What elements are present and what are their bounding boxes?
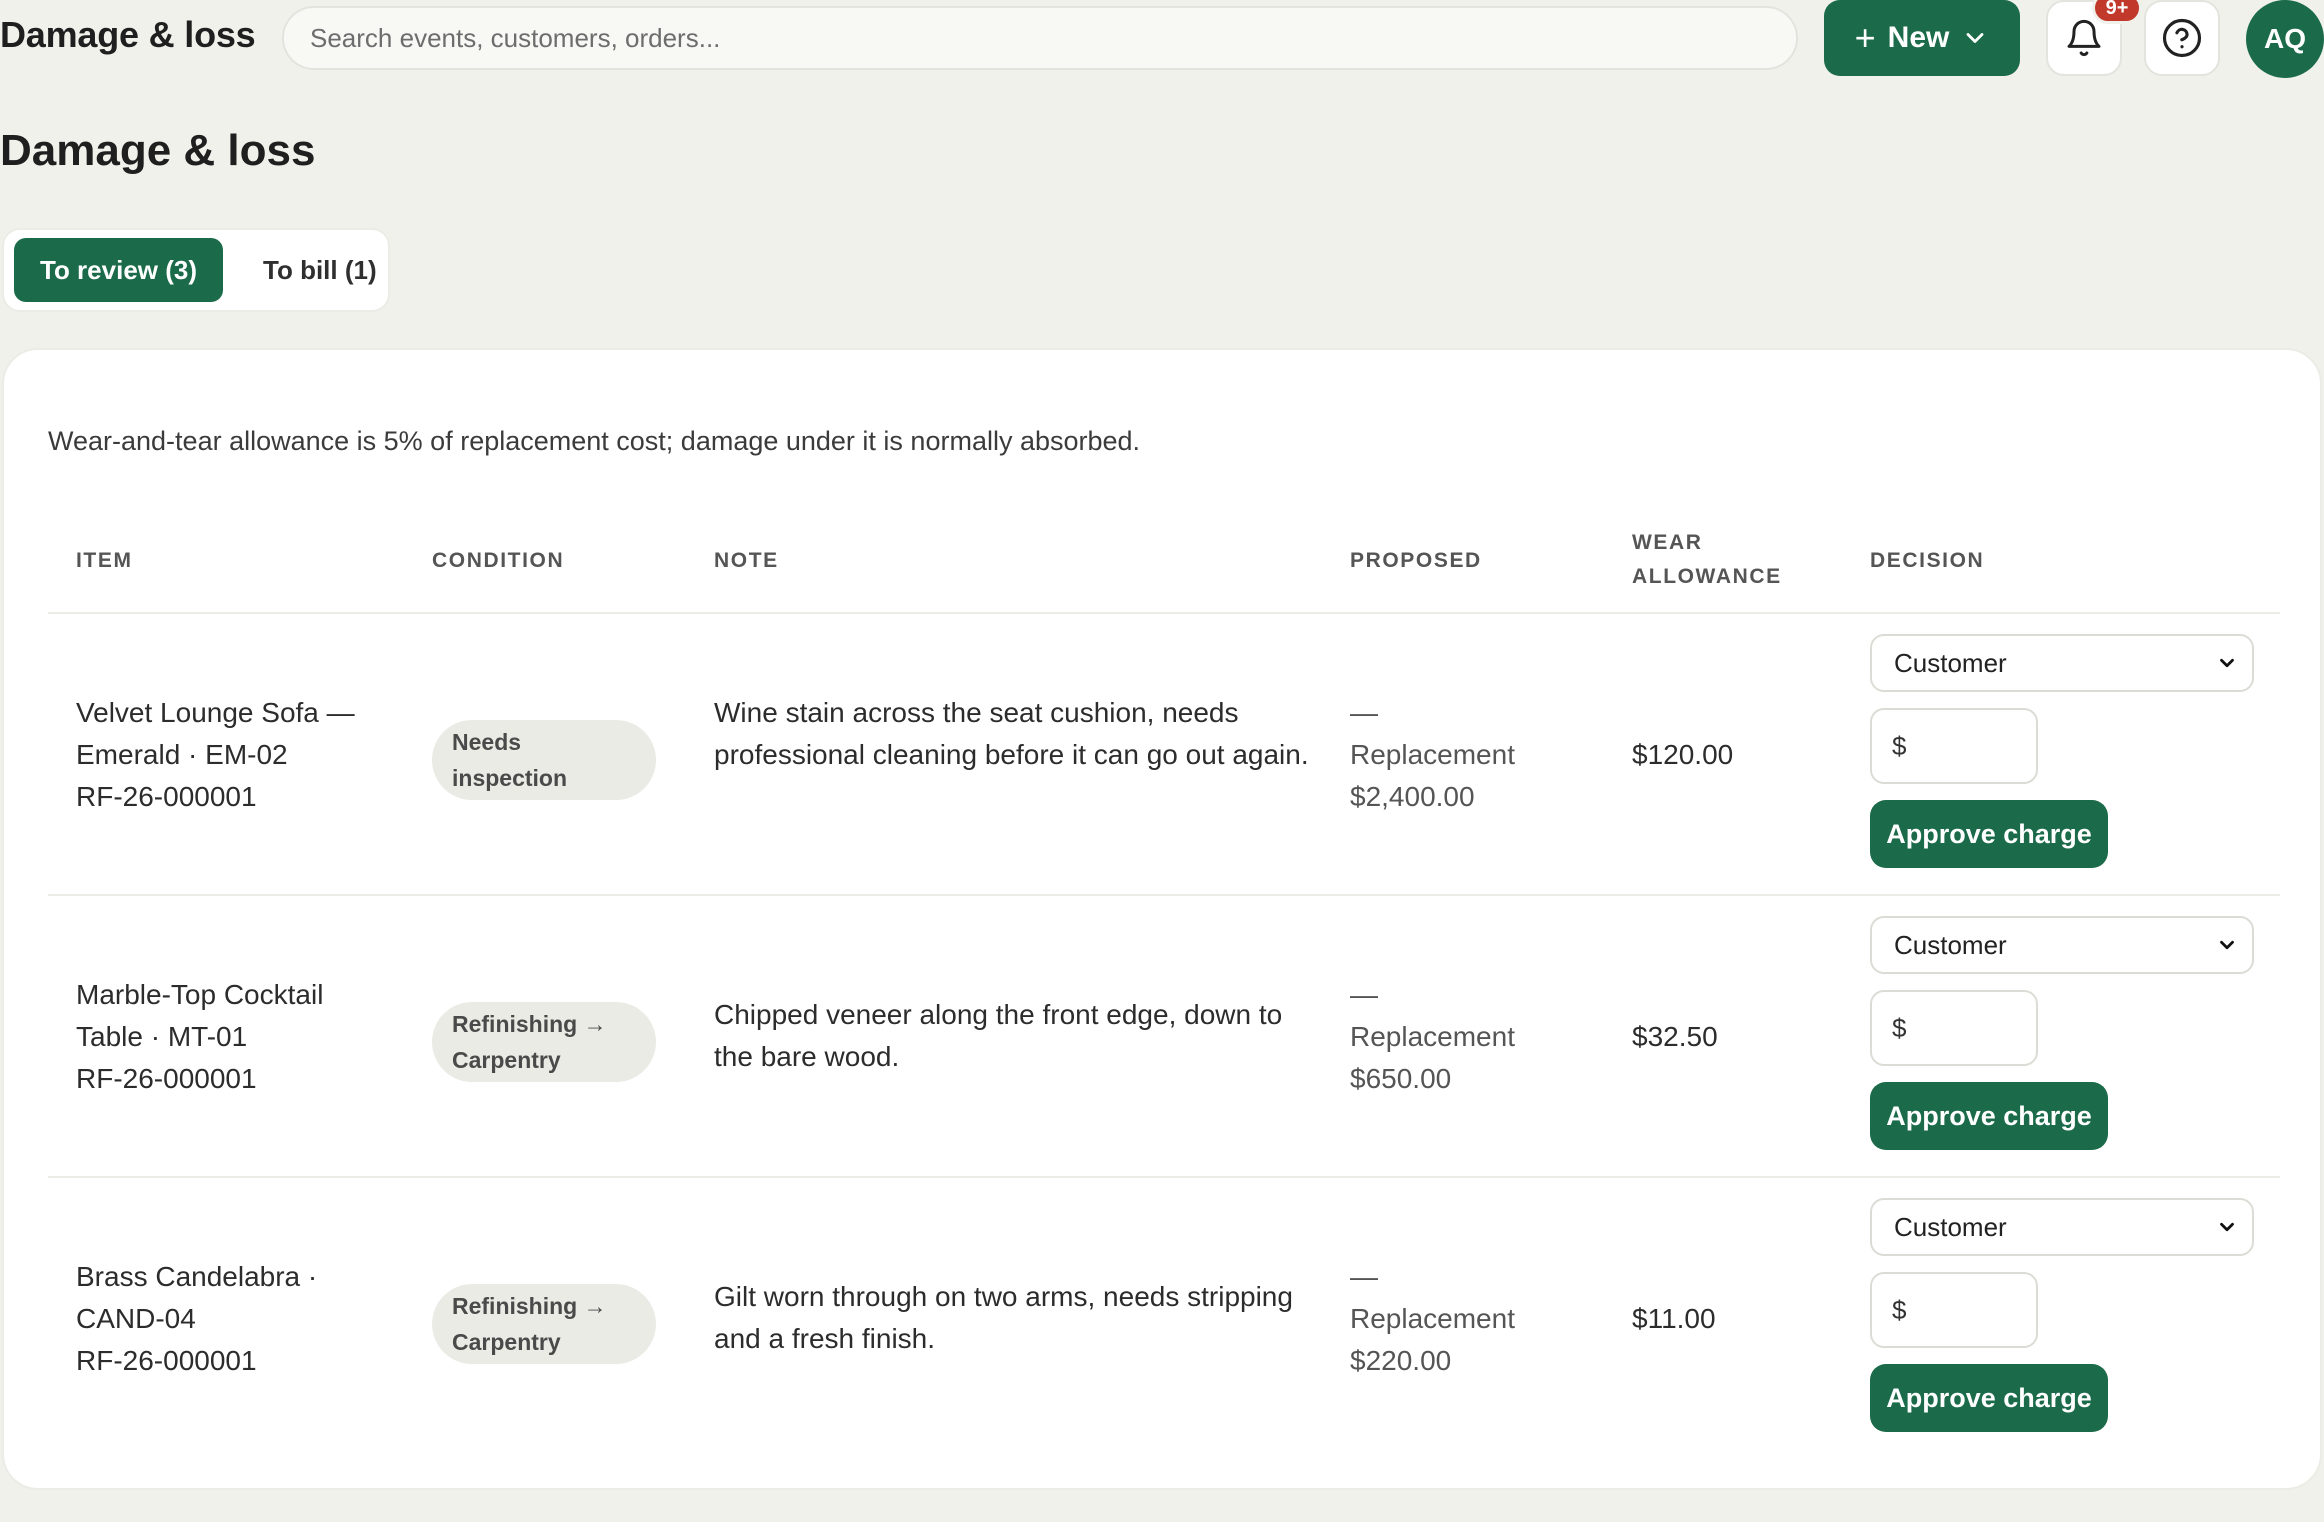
item-cell: Brass Candelabra · CAND-04 RF-26-000001 bbox=[76, 1256, 396, 1382]
proposed-dash: — bbox=[1350, 979, 1378, 1010]
decision-select-value: Customer bbox=[1894, 1211, 2007, 1242]
proposed-cell: — Replacement $220.00 bbox=[1350, 1256, 1570, 1382]
wear-allowance-cell: $120.00 bbox=[1632, 739, 1734, 770]
allowance-note: Wear-and-tear allowance is 5% of replace… bbox=[48, 426, 1141, 456]
column-header-wear: WEAR bbox=[1632, 531, 1703, 554]
notifications-button[interactable]: 9+ bbox=[2046, 0, 2142, 76]
proposed-dash: — bbox=[1350, 1261, 1378, 1292]
decision-select[interactable]: Customer bbox=[1870, 634, 2254, 692]
search-input[interactable] bbox=[310, 22, 1796, 54]
notification-badge: 9+ bbox=[2092, 0, 2142, 24]
chevron-down-icon bbox=[2220, 1222, 2234, 1232]
proposed-value: $220.00 bbox=[1350, 1345, 1452, 1376]
proposed-label: Replacement bbox=[1350, 1303, 1515, 1334]
proposed-cell: — Replacement $650.00 bbox=[1350, 974, 1570, 1100]
item-name-line1: Velvet Lounge Sofa — bbox=[76, 697, 355, 728]
approve-charge-button[interactable]: Approve charge bbox=[1870, 1082, 2108, 1150]
note-cell: Gilt worn through on two arms, needs str… bbox=[714, 1281, 1293, 1354]
item-name-line1: Brass Candelabra · bbox=[76, 1261, 318, 1292]
new-button[interactable]: + New bbox=[1824, 0, 2020, 76]
page-title: Damage & loss bbox=[0, 126, 316, 175]
decision-select-value: Customer bbox=[1894, 647, 2007, 678]
table-row: Brass Candelabra · CAND-04 RF-26-000001 … bbox=[48, 1178, 2280, 1460]
wear-allowance-cell: $11.00 bbox=[1632, 1303, 1716, 1334]
proposed-value: $2,400.00 bbox=[1350, 781, 1475, 812]
bell-icon bbox=[2067, 19, 2101, 57]
proposed-label: Replacement bbox=[1350, 1021, 1515, 1052]
proposed-dash: — bbox=[1350, 697, 1378, 728]
approve-charge-button[interactable]: Approve charge bbox=[1870, 800, 2108, 868]
damage-review-card: Wear-and-tear allowance is 5% of replace… bbox=[2, 348, 2322, 1490]
item-order-id: RF-26-000001 bbox=[76, 1063, 257, 1094]
condition-pill: Needs inspection bbox=[432, 720, 656, 800]
wear-allowance-cell: $32.50 bbox=[1632, 1021, 1718, 1052]
plus-icon: + bbox=[1854, 17, 1876, 58]
column-header-note: NOTE bbox=[714, 549, 779, 572]
approve-charge-button[interactable]: Approve charge bbox=[1870, 1364, 2108, 1432]
condition-pill: Refinishing → Carpentry bbox=[432, 1002, 656, 1082]
decision-select-value: Customer bbox=[1894, 929, 2007, 960]
item-order-id: RF-26-000001 bbox=[76, 781, 257, 812]
proposed-value: $650.00 bbox=[1350, 1063, 1452, 1094]
app-title: Damage & loss bbox=[0, 14, 256, 55]
column-header-decision: DECISION bbox=[1870, 549, 1985, 572]
column-header-item: ITEM bbox=[76, 549, 133, 572]
tab-to-bill[interactable]: To bill (1) bbox=[237, 238, 403, 302]
item-order-id: RF-26-000001 bbox=[76, 1345, 257, 1376]
note-cell: Chipped veneer along the front edge, dow… bbox=[714, 999, 1283, 1072]
table-row: Marble-Top Cocktail Table · MT-01 RF-26-… bbox=[48, 896, 2280, 1178]
charge-amount-input[interactable]: $ bbox=[1870, 990, 2038, 1066]
table-row: Velvet Lounge Sofa — Emerald · EM-02 RF-… bbox=[48, 614, 2280, 896]
chevron-down-icon bbox=[2220, 658, 2234, 668]
decision-cell: Customer $ Approve charge bbox=[1870, 634, 2254, 868]
decision-select[interactable]: Customer bbox=[1870, 1198, 2254, 1256]
item-name-line2: CAND-04 bbox=[76, 1303, 196, 1334]
decision-cell: Customer $ Approve charge bbox=[1870, 916, 2254, 1150]
tab-bar: To review (3) To bill (1) bbox=[2, 228, 390, 312]
charge-amount-input[interactable]: $ bbox=[1870, 708, 2038, 784]
note-cell: Wine stain across the seat cushion, need… bbox=[714, 697, 1309, 770]
condition-pill: Refinishing → Carpentry bbox=[432, 1284, 656, 1364]
proposed-label: Replacement bbox=[1350, 739, 1515, 770]
avatar[interactable]: AQ bbox=[2246, 0, 2324, 78]
top-bar: Damage & loss + New 9+ AQ bbox=[0, 0, 2324, 78]
table-header: ITEM CONDITION NOTE PROPOSED WEAR ALLOWA… bbox=[48, 510, 2280, 614]
proposed-cell: — Replacement $2,400.00 bbox=[1350, 692, 1570, 818]
decision-cell: Customer $ Approve charge bbox=[1870, 1198, 2254, 1432]
column-header-allowance: ALLOWANCE bbox=[1632, 565, 1782, 588]
help-circle-icon bbox=[2162, 18, 2202, 58]
charge-amount-input[interactable]: $ bbox=[1870, 1272, 2038, 1348]
column-header-condition: CONDITION bbox=[432, 549, 565, 572]
new-button-label: New bbox=[1887, 21, 1950, 54]
item-name-line1: Marble-Top Cocktail bbox=[76, 979, 324, 1010]
item-name-line2: Emerald · EM-02 bbox=[76, 739, 288, 770]
decision-select[interactable]: Customer bbox=[1870, 916, 2254, 974]
tab-to-review[interactable]: To review (3) bbox=[14, 238, 224, 302]
item-cell: Marble-Top Cocktail Table · MT-01 RF-26-… bbox=[76, 974, 396, 1100]
help-button[interactable] bbox=[2144, 0, 2220, 76]
chevron-down-icon bbox=[1966, 33, 1984, 43]
item-cell: Velvet Lounge Sofa — Emerald · EM-02 RF-… bbox=[76, 692, 396, 818]
chevron-down-icon bbox=[2220, 940, 2234, 950]
item-name-line2: Table · MT-01 bbox=[76, 1021, 248, 1052]
column-header-proposed: PROPOSED bbox=[1350, 549, 1482, 572]
search-bar[interactable] bbox=[282, 6, 1798, 70]
